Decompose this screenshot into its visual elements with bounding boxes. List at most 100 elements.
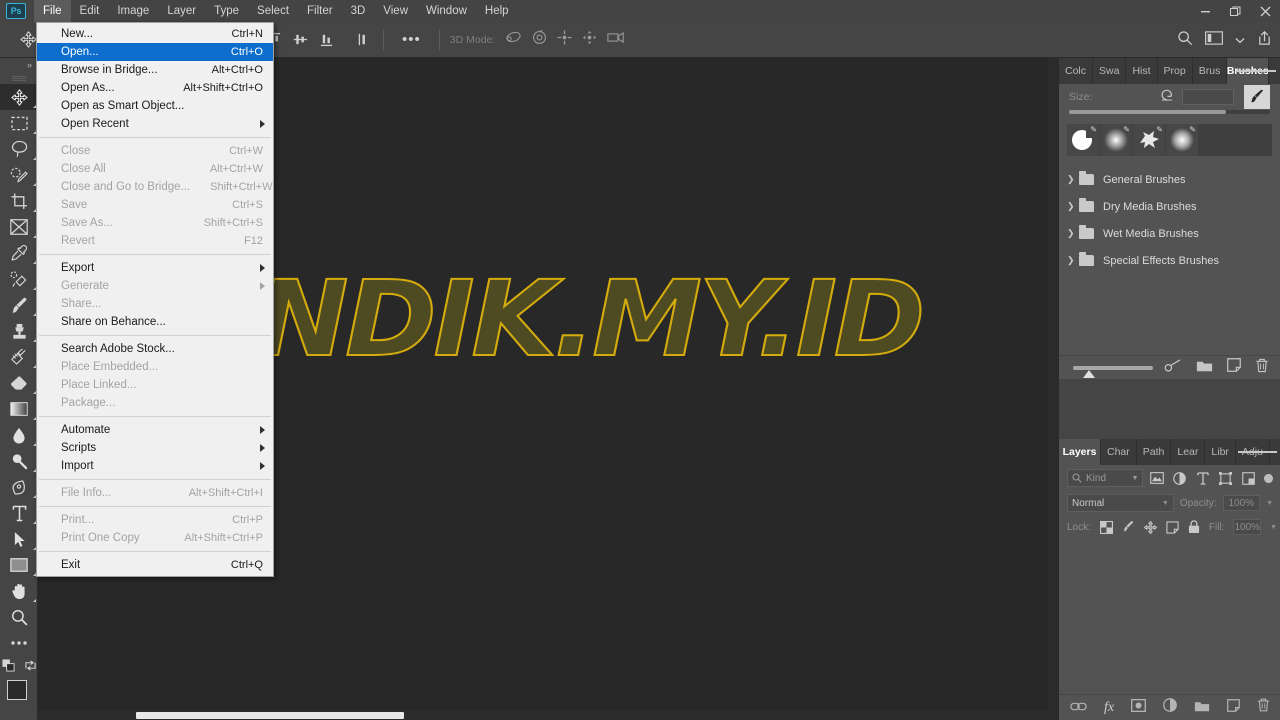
search-icon[interactable] xyxy=(1177,30,1193,51)
filter-smart-object-icon[interactable] xyxy=(1239,469,1258,487)
menubar-item-edit[interactable]: Edit xyxy=(71,0,109,22)
layers-panel-menu-icon[interactable] xyxy=(1238,439,1277,465)
layer-filter-kind-select[interactable]: Kind ▼ xyxy=(1067,469,1144,487)
delete-brush-icon[interactable] xyxy=(1255,358,1269,378)
opacity-chevron-icon[interactable]: ▼ xyxy=(1266,500,1273,507)
workspace-icon[interactable] xyxy=(1205,30,1223,50)
minimize-button[interactable] xyxy=(1190,0,1220,22)
object-selection-tool[interactable] xyxy=(0,162,38,188)
roll-3d-icon[interactable] xyxy=(532,29,547,50)
delete-layer-icon[interactable] xyxy=(1257,698,1270,717)
menu-item-new[interactable]: New... Ctrl+N xyxy=(37,25,273,43)
camera-3d-icon[interactable] xyxy=(607,31,625,49)
brush-folder-general-brushes[interactable]: ❯ General Brushes xyxy=(1059,166,1280,193)
gradient-tool[interactable] xyxy=(0,396,38,422)
dodge-tool[interactable] xyxy=(0,448,38,474)
tab-libr[interactable]: Libr xyxy=(1205,439,1236,465)
canvas-vertical-scrollbar[interactable] xyxy=(1048,58,1058,720)
share-icon[interactable] xyxy=(1257,30,1272,51)
path-selection-tool[interactable] xyxy=(0,526,38,552)
quick-mask-mode-button[interactable] xyxy=(0,716,38,720)
filter-type-icon[interactable] xyxy=(1193,469,1212,487)
chevron-right-icon[interactable]: ❯ xyxy=(1067,174,1079,185)
tab-hist[interactable]: Hist xyxy=(1126,58,1158,84)
horizontal-scroll-thumb[interactable] xyxy=(136,712,404,719)
tab-prop[interactable]: Prop xyxy=(1157,58,1193,84)
layer-style-fx-icon[interactable]: fx xyxy=(1104,700,1114,716)
tab-path[interactable]: Path xyxy=(1136,439,1172,465)
menubar-item-layer[interactable]: Layer xyxy=(158,0,205,22)
new-group-icon[interactable] xyxy=(1194,699,1210,717)
brush-tip-soft-round-pressure-brush[interactable]: ✎ xyxy=(1166,124,1198,156)
pan-3d-icon[interactable] xyxy=(557,29,572,50)
brush-folder-special-effects-brushes[interactable]: ❯ Special Effects Brushes xyxy=(1059,247,1280,274)
menubar-item-file[interactable]: File xyxy=(34,0,71,22)
collapse-toolbar-button[interactable]: » xyxy=(0,58,37,72)
brush-size-input[interactable] xyxy=(1182,89,1234,105)
new-fill-adjustment-icon[interactable] xyxy=(1163,698,1177,717)
move-tool[interactable] xyxy=(0,84,38,110)
layer-filter-toggle[interactable] xyxy=(1264,473,1274,483)
brush-tip-hard-round-brush[interactable]: ✎ xyxy=(1067,124,1099,156)
menubar-item-view[interactable]: View xyxy=(374,0,417,22)
menu-item-search-adobe-stock[interactable]: Search Adobe Stock... xyxy=(37,340,273,358)
tab-lear[interactable]: Lear xyxy=(1171,439,1206,465)
filter-pixel-icon[interactable] xyxy=(1147,469,1166,487)
frame-tool[interactable] xyxy=(0,214,38,240)
align-bottom-edges-icon[interactable] xyxy=(315,29,337,51)
restore-button[interactable] xyxy=(1220,0,1250,22)
brush-panel-menu-icon[interactable] xyxy=(1237,58,1276,84)
reset-icon[interactable] xyxy=(1160,88,1174,106)
orbit-3d-icon[interactable] xyxy=(505,30,522,49)
filter-shape-icon[interactable] xyxy=(1216,469,1235,487)
rectangular-marquee-tool[interactable] xyxy=(0,110,38,136)
tab-char[interactable]: Char xyxy=(1101,439,1137,465)
zoom-tool[interactable] xyxy=(0,604,38,630)
chevron-down-icon[interactable] xyxy=(1235,31,1245,49)
lock-position-icon[interactable] xyxy=(1143,520,1157,534)
hand-tool[interactable] xyxy=(0,578,38,604)
opacity-value[interactable]: 100% xyxy=(1222,495,1261,511)
menubar-item-type[interactable]: Type xyxy=(205,0,248,22)
menu-item-exit[interactable]: Exit Ctrl+Q xyxy=(37,556,273,574)
menubar-item-window[interactable]: Window xyxy=(417,0,476,22)
fill-value[interactable]: 100% xyxy=(1233,519,1262,535)
new-group-icon[interactable] xyxy=(1196,359,1213,377)
menubar-item-help[interactable]: Help xyxy=(476,0,518,22)
foreground-color-swatch[interactable] xyxy=(7,680,27,700)
menubar-item-select[interactable]: Select xyxy=(248,0,298,22)
slide-3d-icon[interactable] xyxy=(582,30,597,50)
menu-item-scripts[interactable]: Scripts xyxy=(37,439,273,457)
distribute-vertical-icon[interactable] xyxy=(351,29,373,51)
type-tool[interactable] xyxy=(0,500,38,526)
new-layer-icon[interactable] xyxy=(1227,698,1240,717)
lock-image-pixels-icon[interactable] xyxy=(1122,520,1135,534)
lasso-tool[interactable] xyxy=(0,136,38,162)
menu-item-open-as-smart-object[interactable]: Open as Smart Object... xyxy=(37,97,273,115)
menu-item-open-recent[interactable]: Open Recent xyxy=(37,115,273,133)
chevron-right-icon[interactable]: ❯ xyxy=(1067,201,1079,212)
link-layers-icon[interactable] xyxy=(1070,699,1087,717)
menubar-item-3d[interactable]: 3D xyxy=(342,0,375,22)
new-brush-icon[interactable] xyxy=(1227,358,1241,377)
menu-item-export[interactable]: Export xyxy=(37,259,273,277)
tab-colc[interactable]: Colc xyxy=(1059,58,1094,84)
brush-folder-dry-media-brushes[interactable]: ❯ Dry Media Brushes xyxy=(1059,193,1280,220)
tab-brus[interactable]: Brus xyxy=(1192,58,1228,84)
brush-folder-wet-media-brushes[interactable]: ❯ Wet Media Brushes xyxy=(1059,220,1280,247)
menu-item-open[interactable]: Open... Ctrl+O xyxy=(37,43,273,61)
filter-adjustment-icon[interactable] xyxy=(1170,469,1189,487)
file-menu-dropdown[interactable]: New... Ctrl+N Open... Ctrl+O Browse in Bridg… xyxy=(36,22,274,577)
brush-size-slider[interactable] xyxy=(1069,110,1270,114)
lock-transparent-pixels-icon[interactable] xyxy=(1099,520,1113,534)
tab-layers[interactable]: Layers xyxy=(1059,439,1101,465)
close-button[interactable] xyxy=(1250,0,1280,22)
menubar-item-image[interactable]: Image xyxy=(108,0,158,22)
chevron-right-icon[interactable]: ❯ xyxy=(1067,228,1079,239)
brush-tip-soft-round-brush[interactable]: ✎ xyxy=(1100,124,1132,156)
blur-tool[interactable] xyxy=(0,422,38,448)
fill-chevron-icon[interactable]: ▼ xyxy=(1270,524,1277,531)
brush-preview-icon[interactable] xyxy=(1244,85,1270,109)
crop-tool[interactable] xyxy=(0,188,38,214)
tab-swa[interactable]: Swa xyxy=(1093,58,1127,84)
